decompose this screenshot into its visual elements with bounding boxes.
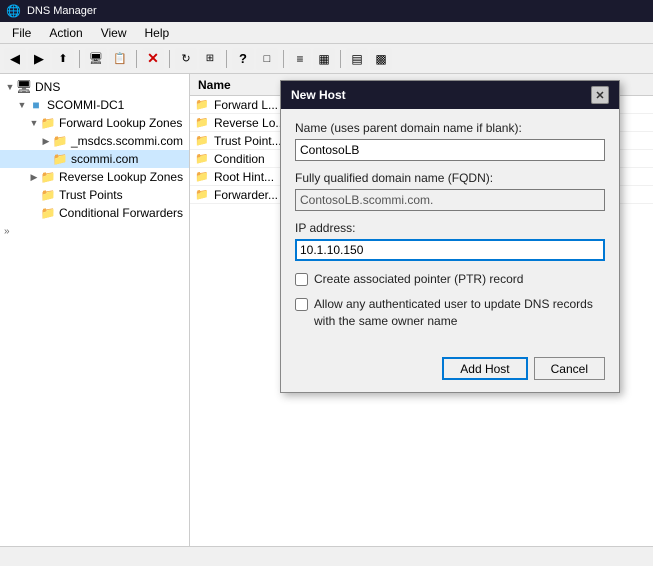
- toolbar-sep-3: [169, 50, 170, 68]
- folder-icon-tp: 📁: [40, 188, 56, 202]
- sidebar-label-dc1: SCOMMI-DC1: [47, 98, 124, 112]
- row-icon-4: 📁: [194, 152, 210, 166]
- modal-footer: Add Host Cancel: [281, 349, 619, 392]
- title-bar-label: DNS Manager: [27, 5, 97, 17]
- delete-button[interactable]: ✕: [142, 48, 164, 70]
- sidebar-label-fz: Forward Lookup Zones: [59, 116, 182, 130]
- title-bar-icon: 🌐: [6, 4, 21, 18]
- sidebar-item-reverse-zones[interactable]: ▶ 📁 Reverse Lookup Zones: [0, 168, 189, 186]
- toolbar-sep-6: [340, 50, 341, 68]
- row-icon-1: 📁: [194, 98, 210, 112]
- folder-icon-scommi: 📁: [52, 152, 68, 166]
- fqdn-input[interactable]: [295, 189, 605, 211]
- clipboard-button[interactable]: 📋: [109, 48, 131, 70]
- ip-label: IP address:: [295, 221, 605, 235]
- refresh-button[interactable]: ↻: [175, 48, 197, 70]
- cancel-button[interactable]: Cancel: [534, 357, 605, 380]
- expander-scommi: [40, 153, 52, 165]
- row-icon-2: 📁: [194, 116, 210, 130]
- toolbar-sep-2: [136, 50, 137, 68]
- auth-checkbox-row: Allow any authenticated user to update D…: [295, 296, 605, 330]
- expander-msdcs: ▶: [40, 135, 52, 147]
- properties-button[interactable]: ⊞: [199, 48, 221, 70]
- sidebar-item-dns[interactable]: ▼ 🖥 DNS: [0, 78, 189, 96]
- expander-dc1: ▼: [16, 99, 28, 111]
- forward-button[interactable]: ▶: [28, 48, 50, 70]
- row-label-6: Forwarder...: [214, 188, 278, 202]
- row-label-1: Forward L...: [214, 98, 278, 112]
- ip-input[interactable]: [295, 239, 605, 261]
- row-label-4: Condition: [214, 152, 265, 166]
- row-icon-5: 📁: [194, 170, 210, 184]
- ptr-checkbox-row: Create associated pointer (PTR) record: [295, 271, 605, 288]
- menu-file[interactable]: File: [4, 24, 39, 42]
- expander-dns: ▼: [4, 81, 16, 93]
- sidebar-item-trust-points[interactable]: 📁 Trust Points: [0, 186, 189, 204]
- sidebar-item-msdcs[interactable]: ▶ 📁 _msdcs.scommi.com: [0, 132, 189, 150]
- expander-cf: [28, 207, 40, 219]
- add-host-button[interactable]: Add Host: [442, 357, 527, 380]
- row-label-3: Trust Point...: [214, 134, 282, 148]
- expander-tp: [28, 189, 40, 201]
- modal-title: New Host: [291, 88, 346, 102]
- list-view-button[interactable]: ≡: [289, 48, 311, 70]
- toolbar-sep-1: [79, 50, 80, 68]
- auth-checkbox-label: Allow any authenticated user to update D…: [314, 296, 605, 330]
- ptr-checkbox[interactable]: [295, 273, 308, 286]
- sidebar-label-cf: Conditional Forwarders: [59, 206, 183, 220]
- monitor-button[interactable]: 🖥: [85, 48, 107, 70]
- toolbar: ◀ ▶ ⬆ 🖥 📋 ✕ ↻ ⊞ ? □ ≡ ▦ ▤ ▩: [0, 44, 653, 74]
- auth-checkbox[interactable]: [295, 298, 308, 311]
- toolbar-sep-5: [283, 50, 284, 68]
- sidebar-label-dns: DNS: [35, 80, 60, 94]
- toolbar-sep-4: [226, 50, 227, 68]
- menu-action[interactable]: Action: [41, 24, 90, 42]
- computer-icon: 🖥: [16, 80, 32, 94]
- sidebar-label-msdcs: _msdcs.scommi.com: [71, 134, 183, 148]
- sidebar-label-scommi: scommi.com: [71, 152, 138, 166]
- folder-icon-rz: 📁: [40, 170, 56, 184]
- row-label-2: Reverse Lo...: [214, 116, 285, 130]
- connect-button[interactable]: □: [256, 48, 278, 70]
- filter-button[interactable]: ▤: [346, 48, 368, 70]
- scroll-left-icon: »: [4, 226, 10, 237]
- expander-fz: ▼: [28, 117, 40, 129]
- title-bar: 🌐 DNS Manager: [0, 0, 653, 22]
- sidebar-label-tp: Trust Points: [59, 188, 123, 202]
- sidebar-item-scommi-dc1[interactable]: ▼ ■ SCOMMI-DC1: [0, 96, 189, 114]
- scroll-indicator: »: [0, 222, 189, 237]
- folder-icon-msdcs: 📁: [52, 134, 68, 148]
- modal-titlebar: New Host ✕: [281, 81, 619, 109]
- name-input[interactable]: [295, 139, 605, 161]
- row-icon-3: 📁: [194, 134, 210, 148]
- status-bar: [0, 546, 653, 566]
- back-button[interactable]: ◀: [4, 48, 26, 70]
- sidebar-item-scommi-com[interactable]: 📁 scommi.com: [0, 150, 189, 168]
- advanced-filter-button[interactable]: ▩: [370, 48, 392, 70]
- expander-rz: ▶: [28, 171, 40, 183]
- new-host-dialog: New Host ✕ Name (uses parent domain name…: [280, 80, 620, 393]
- server-icon: ■: [28, 98, 44, 112]
- help-button[interactable]: ?: [232, 48, 254, 70]
- fqdn-label: Fully qualified domain name (FQDN):: [295, 171, 605, 185]
- menu-view[interactable]: View: [93, 24, 135, 42]
- sidebar-item-conditional-fwd[interactable]: 📁 Conditional Forwarders: [0, 204, 189, 222]
- modal-body: Name (uses parent domain name if blank):…: [281, 109, 619, 349]
- row-icon-6: 📁: [194, 188, 210, 202]
- row-label-5: Root Hint...: [214, 170, 274, 184]
- sidebar-tree: ▼ 🖥 DNS ▼ ■ SCOMMI-DC1 ▼ 📁 Forward Looku…: [0, 74, 190, 546]
- col-name-header: Name: [194, 78, 235, 92]
- sidebar-label-rz: Reverse Lookup Zones: [59, 170, 183, 184]
- up-button[interactable]: ⬆: [52, 48, 74, 70]
- detail-view-button[interactable]: ▦: [313, 48, 335, 70]
- folder-icon-cf: 📁: [40, 206, 56, 220]
- folder-icon-fz: 📁: [40, 116, 56, 130]
- sidebar-item-forward-zones[interactable]: ▼ 📁 Forward Lookup Zones: [0, 114, 189, 132]
- modal-close-button[interactable]: ✕: [591, 86, 609, 104]
- ptr-checkbox-label: Create associated pointer (PTR) record: [314, 271, 523, 288]
- menu-help[interactable]: Help: [137, 24, 178, 42]
- name-label: Name (uses parent domain name if blank):: [295, 121, 605, 135]
- menu-bar: File Action View Help: [0, 22, 653, 44]
